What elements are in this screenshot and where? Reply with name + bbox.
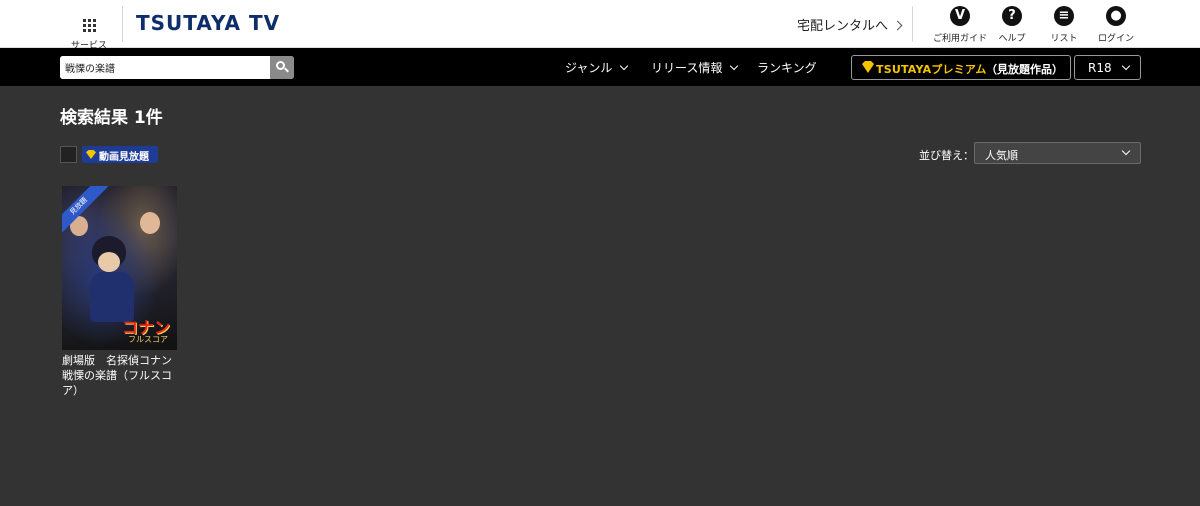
help-icon: ? bbox=[1002, 6, 1022, 26]
header-divider bbox=[122, 6, 123, 42]
premium-brand: TSUTAYAプレミアム bbox=[876, 63, 987, 76]
nav-ranking[interactable]: ランキング bbox=[757, 59, 817, 76]
user-icon: ● bbox=[1106, 6, 1126, 26]
diamond-icon bbox=[86, 150, 96, 159]
list-icon: ≡ bbox=[1054, 6, 1074, 26]
guide-button[interactable]: V ご利用ガイド bbox=[930, 6, 990, 44]
grid-icon bbox=[82, 19, 96, 32]
result-thumbnail[interactable]: 見放題 コナン フルスコア bbox=[62, 186, 177, 350]
help-button[interactable]: ? ヘルプ bbox=[982, 6, 1042, 44]
header-divider bbox=[912, 6, 913, 42]
filter-label: 動画見放題 bbox=[99, 152, 149, 163]
nav-release[interactable]: リリース情報 bbox=[651, 59, 739, 76]
list-button[interactable]: ≡ リスト bbox=[1034, 6, 1094, 44]
guide-icon: V bbox=[950, 6, 970, 26]
help-label: ヘルプ bbox=[998, 34, 1026, 44]
rating-select[interactable]: R18 bbox=[1074, 55, 1141, 80]
thumbnail-subtitle: フルスコア bbox=[128, 335, 168, 344]
rental-link[interactable]: 宅配レンタルへ bbox=[797, 15, 903, 34]
chevron-down-icon bbox=[730, 61, 739, 71]
services-button[interactable]: サービス bbox=[66, 7, 112, 51]
search-input[interactable] bbox=[60, 56, 270, 79]
result-title[interactable]: 劇場版 名探偵コナン 戦慄の楽譜（フルスコア） bbox=[62, 353, 183, 398]
page-title: 検索結果 1件 bbox=[60, 108, 163, 128]
chevron-right-icon bbox=[892, 20, 903, 31]
result-card[interactable]: 見放題 コナン フルスコア 劇場版 名探偵コナン 戦慄の楽譜（フルスコア） bbox=[62, 186, 183, 400]
login-button[interactable]: ● ログイン bbox=[1086, 6, 1146, 44]
search-button[interactable] bbox=[270, 56, 294, 79]
sort-label: 並び替え： bbox=[919, 149, 974, 162]
nav-genre-label: ジャンル bbox=[565, 61, 613, 75]
premium-button[interactable]: TSUTAYAプレミアム （見放題作品） bbox=[851, 55, 1071, 80]
list-label: リスト bbox=[1050, 34, 1078, 44]
sort-value: 人気順 bbox=[985, 149, 1018, 162]
search-box bbox=[60, 56, 294, 79]
nav-ranking-label: ランキング bbox=[757, 61, 817, 75]
nav-release-label: リリース情報 bbox=[651, 61, 723, 75]
nav-genre[interactable]: ジャンル bbox=[565, 59, 629, 76]
login-label: ログイン bbox=[1097, 34, 1134, 44]
sort-select[interactable]: 人気順 bbox=[974, 142, 1141, 164]
rental-link-label: 宅配レンタルへ bbox=[797, 19, 889, 34]
guide-label: ご利用ガイド bbox=[932, 34, 987, 44]
top-header: サービス TSUTAYA TV 宅配レンタルへ V ご利用ガイド ? ヘルプ ≡… bbox=[0, 0, 1200, 51]
chevron-down-icon bbox=[1121, 146, 1131, 156]
tsutaya-tv-logo[interactable]: TSUTAYA TV bbox=[136, 11, 280, 35]
unlimited-filter-checkbox[interactable] bbox=[60, 146, 77, 163]
premium-sub: （見放題作品） bbox=[986, 63, 1063, 76]
chevron-down-icon bbox=[1121, 61, 1131, 71]
diamond-icon bbox=[862, 61, 874, 73]
unlimited-filter-badge[interactable]: 動画見放題 bbox=[82, 146, 158, 163]
rating-value: R18 bbox=[1088, 61, 1112, 75]
chevron-down-icon bbox=[620, 61, 629, 71]
